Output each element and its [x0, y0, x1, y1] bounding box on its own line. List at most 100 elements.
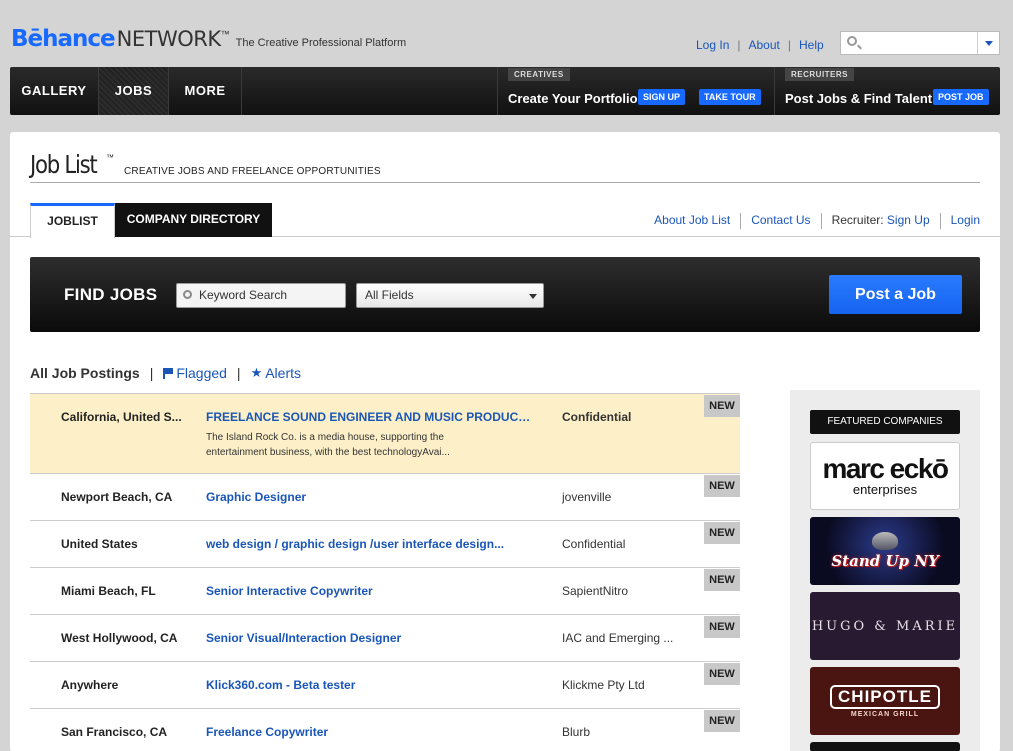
separator: | — [236, 365, 241, 381]
job-title-link[interactable]: web design / graphic design /user interf… — [206, 537, 536, 551]
job-company: SapientNitro — [562, 584, 629, 598]
company-logo-marc-ecko[interactable]: marc eckō enterprises — [810, 442, 960, 510]
post-job-button[interactable]: POST JOB — [933, 89, 989, 105]
tab-joblist[interactable]: JOBLIST — [30, 203, 115, 238]
job-company: Confidential — [562, 410, 632, 424]
new-badge: NEW — [704, 663, 740, 685]
standup-wordmark: Stand Up NY — [831, 552, 939, 570]
nav-gallery[interactable]: GALLERY — [10, 67, 99, 115]
about-link[interactable]: About — [749, 38, 780, 52]
keyword-search-input[interactable]: Keyword Search — [176, 283, 346, 308]
login-link[interactable]: Log In — [696, 38, 729, 52]
separator: | — [149, 365, 154, 381]
recruiters-block: RECRUITERS Post Jobs & Find Talent POST … — [774, 67, 1000, 115]
new-badge: NEW — [704, 616, 740, 638]
alerts-label: Alerts — [265, 365, 302, 381]
sign-up-button[interactable]: SIGN UP — [638, 89, 686, 105]
recruiter-login-link[interactable]: Login — [951, 213, 980, 229]
fields-select[interactable]: All Fields — [356, 283, 544, 308]
contact-us-link[interactable]: Contact Us — [751, 213, 810, 229]
table-row[interactable]: San Francisco, CA Freelance Copywriter B… — [30, 708, 740, 751]
take-tour-button[interactable]: TAKE TOUR — [699, 89, 761, 105]
job-title-link[interactable]: Freelance Copywriter — [206, 725, 536, 739]
job-company: Confidential — [562, 537, 626, 551]
job-location: Miami Beach, FL — [61, 584, 156, 598]
tab-company-directory[interactable]: COMPANY DIRECTORY — [115, 203, 272, 237]
job-title-link[interactable]: FREELANCE SOUND ENGINEER AND MUSIC PRODU… — [206, 410, 536, 424]
fields-selected: All Fields — [365, 288, 414, 302]
keyword-placeholder: Keyword Search — [199, 288, 288, 302]
job-company: IAC and Emerging ... — [562, 631, 674, 645]
creatives-label: CREATIVES — [508, 68, 570, 81]
find-jobs-heading: FIND JOBS — [64, 285, 158, 304]
company-logo-chipotle[interactable]: CHIPOTLE MEXICAN GRILL — [810, 667, 960, 735]
job-location: Anywhere — [61, 678, 119, 692]
chevron-down-icon[interactable] — [977, 32, 999, 54]
job-company: Blurb — [562, 725, 591, 739]
chipotle-sub: MEXICAN GRILL — [850, 710, 920, 718]
recruiters-text: Post Jobs & Find Talent — [785, 91, 933, 106]
job-location: Newport Beach, CA — [61, 490, 173, 504]
company-logo-hugo-marie[interactable]: HUGO & MARIE — [810, 592, 960, 660]
creatives-block: CREATIVES Create Your Portfolio SIGN UP … — [497, 67, 774, 115]
help-link[interactable]: Help — [799, 38, 824, 52]
creatives-text: Create Your Portfolio — [508, 91, 638, 106]
job-title-link[interactable]: Klick360.com - Beta tester — [206, 678, 536, 692]
table-row[interactable]: Miami Beach, FL Senior Interactive Copyw… — [30, 567, 740, 614]
table-row[interactable]: United States web design / graphic desig… — [30, 520, 740, 567]
find-jobs-bar: FIND JOBS Keyword Search All Fields Post… — [30, 257, 980, 332]
featured-heading: FEATURED COMPANIES — [810, 410, 960, 434]
flagged-link[interactable]: Flagged — [163, 365, 227, 381]
job-title-link[interactable]: Senior Visual/Interaction Designer — [206, 631, 536, 645]
microphone-icon — [872, 532, 898, 550]
nav-jobs[interactable]: JOBS — [99, 67, 169, 115]
site-search — [840, 31, 1000, 55]
page-subtitle: CREATIVE JOBS AND FREELANCE OPPORTUNITIE… — [124, 166, 381, 177]
tab-bar: JOBLIST COMPANY DIRECTORY About Job List… — [10, 203, 1000, 238]
separator: | — [737, 38, 741, 52]
job-company: Klickme Pty Ltd — [562, 678, 645, 692]
job-company: jovenville — [562, 490, 612, 504]
job-title-link[interactable]: Graphic Designer — [206, 490, 536, 504]
top-links: Log In | About | Help — [696, 38, 824, 52]
table-row[interactable]: Newport Beach, CA Graphic Designer joven… — [30, 473, 740, 520]
hugo-wordmark: HUGO & MARIE — [811, 618, 959, 634]
about-job-list-link[interactable]: About Job List — [654, 213, 730, 229]
post-a-job-button[interactable]: Post a Job — [829, 275, 962, 314]
new-badge: NEW — [704, 475, 740, 497]
alerts-link[interactable]: ★ Alerts — [251, 365, 301, 381]
chevron-down-icon — [529, 294, 537, 299]
recruiter-label: Recruiter: — [831, 213, 884, 227]
job-location: West Hollywood, CA — [61, 631, 178, 645]
separator: | — [787, 38, 791, 52]
table-row[interactable]: California, United S... FREELANCE SOUND … — [30, 393, 740, 473]
content-panel: Job List ™ CREATIVE JOBS AND FREELANCE O… — [10, 132, 1000, 751]
table-row[interactable]: Anywhere Klick360.com - Beta tester Klic… — [30, 661, 740, 708]
new-badge: NEW — [704, 395, 740, 417]
divider — [820, 213, 822, 229]
main-nav: GALLERY JOBS MORE CREATIVES Create Your … — [10, 67, 1000, 115]
flagged-label: Flagged — [176, 365, 227, 381]
search-input[interactable] — [863, 34, 973, 52]
page-title: Job List — [30, 150, 98, 179]
search-icon — [183, 290, 192, 299]
job-title-link[interactable]: Senior Interactive Copywriter — [206, 584, 536, 598]
new-badge: NEW — [704, 710, 740, 732]
chipotle-wordmark: CHIPOTLE — [830, 684, 940, 709]
tab-links: About Job List Contact Us Recruiter: Sig… — [654, 213, 980, 229]
logo-network: NETWORK — [116, 27, 221, 51]
nav-more[interactable]: MORE — [169, 67, 242, 115]
ecko-wordmark: marc eckō — [822, 453, 949, 484]
company-logo-partial[interactable] — [810, 742, 960, 751]
job-list: California, United S... FREELANCE SOUND … — [30, 393, 740, 751]
behance-logo[interactable]: Bēhance NETWORK ™ The Creative Professio… — [11, 26, 406, 54]
tagline: The Creative Professional Platform — [235, 37, 407, 49]
recruiter-sign-up-link[interactable]: Sign Up — [887, 213, 930, 229]
job-location: United States — [61, 537, 138, 551]
featured-companies: FEATURED COMPANIES marc eckō enterprises… — [790, 390, 980, 751]
job-description: The Island Rock Co. is a media house, su… — [206, 432, 450, 458]
ecko-sub: enterprises — [852, 482, 918, 497]
all-job-postings[interactable]: All Job Postings — [30, 365, 140, 381]
table-row[interactable]: West Hollywood, CA Senior Visual/Interac… — [30, 614, 740, 661]
company-logo-stand-up-ny[interactable]: Stand Up NY — [810, 517, 960, 585]
